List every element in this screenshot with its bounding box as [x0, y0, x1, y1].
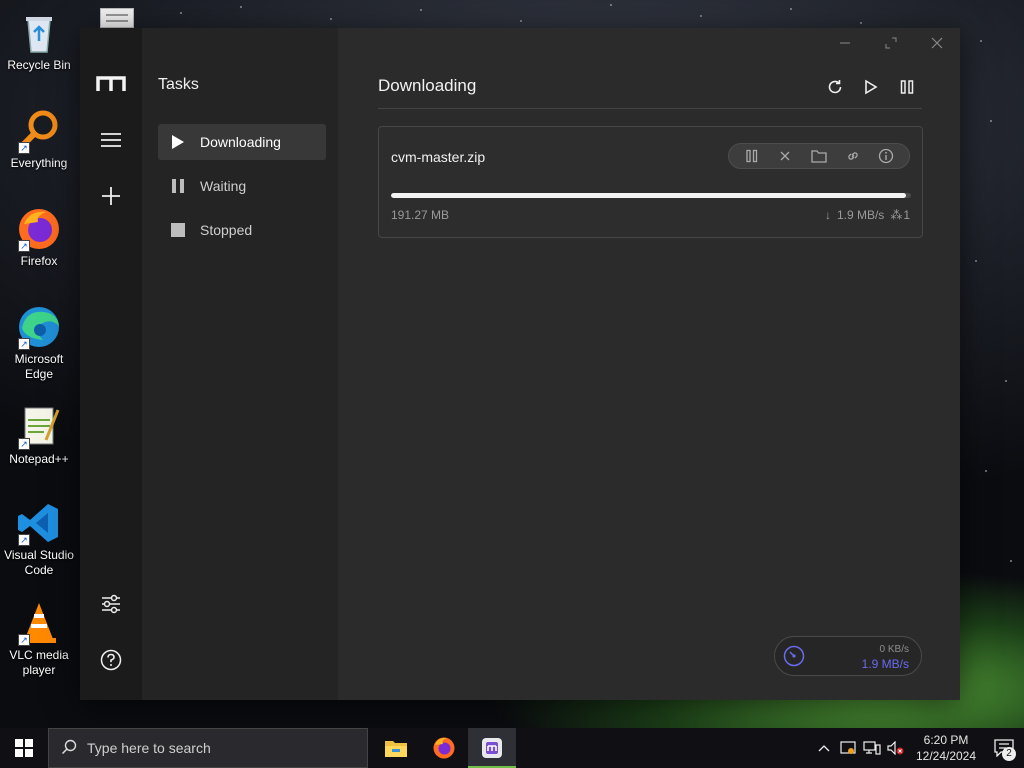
task-toolbar: [820, 72, 922, 102]
desktop-document-icon[interactable]: [100, 8, 134, 28]
network-icon[interactable]: [860, 728, 884, 768]
taskbar-clock[interactable]: 6:20 PM 12/24/2024: [908, 732, 984, 764]
volume-muted-icon[interactable]: [884, 728, 908, 768]
desktop-icon-firefox[interactable]: ↗ Firefox: [0, 206, 78, 269]
taskbar-search[interactable]: Type here to search: [48, 728, 368, 768]
pause-icon: [170, 178, 186, 194]
sidebar-item-label: Waiting: [200, 178, 247, 194]
desktop-icon-label: VLC media player: [9, 648, 69, 677]
desktop-icon-microsoft-edge[interactable]: ↗ Microsoft Edge: [0, 304, 78, 382]
task-sidebar: Tasks Downloading Waiting Stopped: [142, 28, 338, 700]
task-speed: 1.9 MB/s: [836, 208, 885, 222]
desktop-icon-label: Recycle Bin: [7, 58, 71, 72]
firefox-icon: ↗: [16, 206, 62, 252]
desktop-icon-vscode[interactable]: ↗ Visual Studio Code: [0, 500, 78, 578]
desktop-icon-label: Firefox: [20, 254, 58, 268]
sidebar-title: Tasks: [158, 76, 199, 93]
upload-speed: 0 KB/s: [879, 644, 909, 655]
task-file-name: cvm-master.zip: [391, 149, 486, 165]
taskbar-download-manager-icon[interactable]: [468, 728, 516, 768]
edge-icon: ↗: [16, 304, 62, 350]
chevron-up-icon[interactable]: [812, 728, 836, 768]
main-panel: Downloading cvm-master.zip 191.27 MB ↓ 1…: [338, 28, 960, 700]
shortcut-arrow-icon: ↗: [18, 338, 30, 350]
task-item[interactable]: cvm-master.zip 191.27 MB ↓ 1.9 MB/s ⁂ 1: [378, 126, 923, 238]
preferences-icon[interactable]: [89, 582, 133, 626]
sidebar-item-label: Downloading: [200, 134, 281, 150]
refresh-icon[interactable]: [820, 72, 850, 102]
play-icon: [170, 134, 186, 150]
task-pause-icon[interactable]: [741, 145, 763, 167]
search-icon: [61, 739, 77, 758]
download-manager-window: Tasks Downloading Waiting Stopped Downlo…: [80, 28, 960, 700]
windows-start-icon[interactable]: [0, 728, 48, 768]
stop-icon: [170, 222, 186, 238]
pause-all-icon[interactable]: [892, 72, 922, 102]
sidebar-item-downloading[interactable]: Downloading: [158, 124, 326, 160]
desktop-icon-vlc[interactable]: ↗ VLC media player: [0, 600, 78, 678]
task-actions: [728, 143, 910, 169]
everything-search-icon: ↗: [16, 108, 62, 154]
shortcut-arrow-icon: ↗: [18, 634, 30, 646]
notification-badge: 2: [1002, 747, 1016, 761]
desktop-icon-label: Visual Studio Code: [4, 548, 74, 577]
resume-all-icon[interactable]: [856, 72, 886, 102]
clock-date: 12/24/2024: [915, 749, 977, 763]
speedometer-icon: [783, 645, 805, 667]
task-progress-bar: [391, 193, 911, 198]
sidebar-item-waiting[interactable]: Waiting: [158, 168, 326, 204]
task-link-icon[interactable]: [842, 145, 864, 167]
close-icon[interactable]: [914, 28, 960, 58]
sidebar-item-stopped[interactable]: Stopped: [158, 212, 326, 248]
desktop-icon-notepad-plus-plus[interactable]: ↗ Notepad++: [0, 404, 78, 467]
task-connections: 1: [903, 208, 910, 222]
window-controls: [822, 28, 960, 58]
task-info-icon[interactable]: [875, 145, 897, 167]
sidebar-item-label: Stopped: [200, 222, 253, 238]
menu-icon[interactable]: [89, 118, 133, 162]
desktop-icon-label: Notepad++: [9, 452, 69, 466]
desktop-icon-everything[interactable]: ↗ Everything: [0, 108, 78, 171]
shortcut-arrow-icon: ↗: [18, 534, 30, 546]
speed-meter[interactable]: 0 KB/s 1.9 MB/s: [774, 636, 922, 676]
task-delete-icon[interactable]: [774, 145, 796, 167]
desktop-icon-recycle-bin[interactable]: Recycle Bin: [0, 10, 78, 73]
task-progress-fill: [391, 193, 906, 198]
header-divider: [378, 108, 922, 109]
taskbar-file-explorer-icon[interactable]: [372, 728, 420, 768]
system-tray: 6:20 PM 12/24/2024 2: [812, 728, 1024, 768]
notification-center-icon[interactable]: 2: [984, 728, 1024, 768]
search-placeholder: Type here to search: [87, 740, 211, 756]
download-speed: 1.9 MB/s: [861, 657, 909, 671]
help-icon[interactable]: [89, 638, 133, 682]
shortcut-arrow-icon: ↗: [18, 438, 30, 450]
shortcut-arrow-icon: ↗: [18, 240, 30, 252]
desktop-icons: Recycle Bin ↗ Everything ↗ Firefox ↗ Mic…: [0, 0, 78, 728]
shortcut-arrow-icon: ↗: [18, 142, 30, 154]
taskbar-firefox-icon[interactable]: [420, 728, 468, 768]
minimize-icon[interactable]: [822, 28, 868, 58]
desktop-icon-label: Microsoft Edge: [14, 352, 64, 381]
page-title: Downloading: [378, 76, 477, 95]
download-arrow-icon: ↓: [824, 208, 831, 222]
vlc-cone-icon: ↗: [16, 600, 62, 646]
add-task-icon[interactable]: [89, 174, 133, 218]
recycle-bin-icon: [16, 10, 62, 56]
clock-time: 6:20 PM: [923, 733, 969, 747]
task-speed-info: ↓ 1.9 MB/s ⁂ 1: [825, 208, 910, 222]
tray-app-icon[interactable]: [836, 728, 860, 768]
vscode-icon: ↗: [16, 500, 62, 546]
task-folder-icon[interactable]: [808, 145, 830, 167]
notepad-plus-plus-icon: ↗: [16, 404, 62, 450]
connections-icon: ⁂: [890, 208, 903, 222]
app-rail: [80, 28, 142, 700]
desktop-icon-label: Everything: [10, 156, 68, 170]
task-size: 191.27 MB: [391, 208, 450, 222]
maximize-icon[interactable]: [868, 28, 914, 58]
taskbar: Type here to search 6:20 PM 12/24/2024 2: [0, 728, 1024, 768]
app-logo-icon: [89, 62, 133, 106]
